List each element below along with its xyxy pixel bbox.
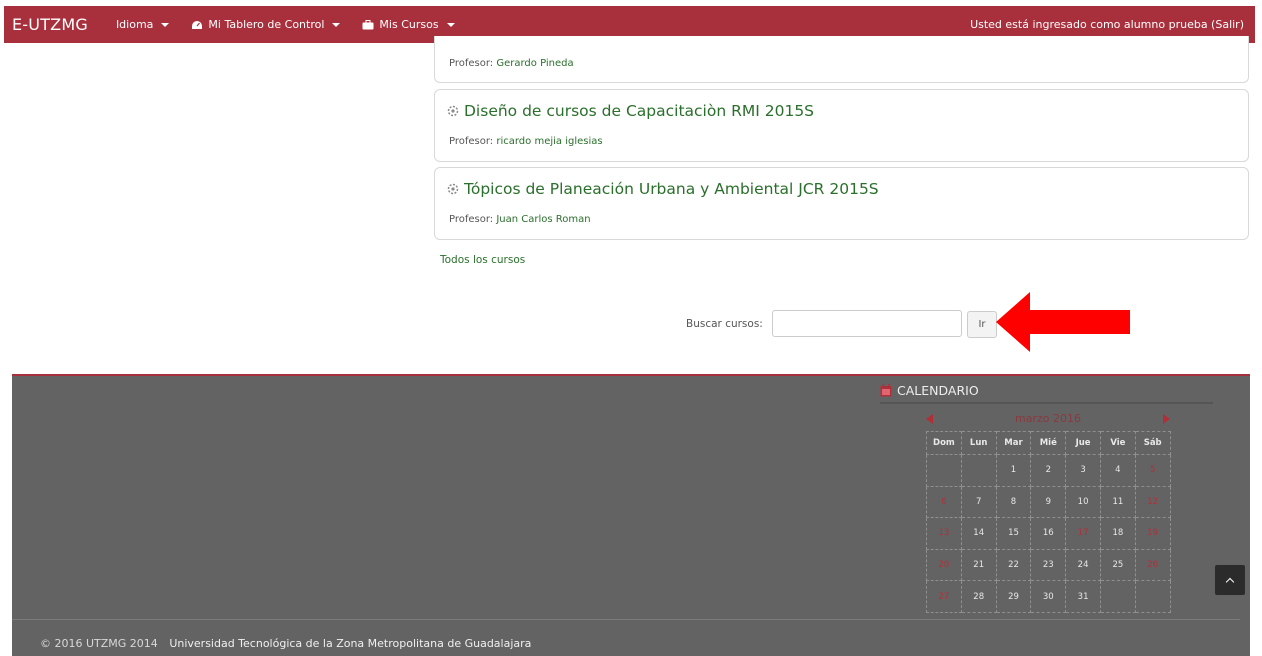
calendar-day [1099,580,1136,613]
teacher-label: Profesor: [449,58,494,69]
calendar-week-row: 20 21 22 23 24 25 26 [926,548,1171,582]
caret-down-icon [446,22,455,27]
copyright-text: © 2016 UTZMG 2014 [40,637,158,650]
weekday-header: Jue [1065,431,1101,455]
course-teacher: Profesor: Gerardo Pineda [449,58,574,69]
calendar-day: 14 [960,517,997,550]
caret-down-icon [332,22,341,27]
calendar-day: 29 [995,580,1032,613]
calendar-day: 11 [1099,485,1136,519]
site-brand-link[interactable]: E-UTZMG [12,15,88,34]
calendar-day: 21 [960,548,997,582]
calendar-day: 16 [1030,517,1067,550]
calendar-day: 27 [926,580,962,613]
calendar-day: 18 [1099,517,1136,550]
course-title-text: Diseño de cursos de Capacitaciòn RMI 201… [464,102,815,120]
caret-down-icon [161,22,170,27]
weekday-header: Vie [1099,431,1136,455]
my-courses-menu-label: Mis Cursos [379,18,439,31]
calendar-day-today: 17 [1065,517,1101,550]
calendar-day: 12 [1134,485,1171,519]
calendar-day: 1 [995,454,1032,487]
calendar-day: 13 [926,517,962,550]
calendar-day: 2 [1030,454,1067,487]
calendar-weekday-row: Dom Lun Mar Mié Jue Vie Sáb [926,431,1171,455]
course-card: Tópicos de Planeación Urbana y Ambiental… [434,167,1249,240]
calendar-table: Dom Lun Mar Mié Jue Vie Sáb 1 2 3 4 5 6 … [926,431,1171,613]
chevron-up-icon [1225,577,1235,586]
calendar-month-label[interactable]: marzo 2016 [926,412,1170,425]
red-arrow-annotation [996,292,1130,352]
calendar-week-row: 27 28 29 30 31 [926,580,1171,613]
calendar-day: 3 [1065,454,1101,487]
course-teacher: Profesor: Juan Carlos Roman [449,214,591,225]
calendar-day: 7 [960,485,997,519]
course-icon [447,183,459,195]
weekday-header: Mar [995,431,1032,455]
course-icon [447,105,459,117]
calendar-block-header: CALENDARIO [880,378,1213,404]
course-title-link[interactable]: Diseño de cursos de Capacitaciòn RMI 201… [447,102,814,120]
dashboard-icon [192,20,203,29]
login-info-link[interactable]: Usted está ingresado como alumno prueba … [970,18,1244,31]
footer-divider [12,619,1240,620]
calendar-day: 24 [1065,548,1101,582]
calendar-day: 28 [960,580,997,613]
calendar-day: 22 [995,548,1032,582]
weekday-header: Lun [960,431,997,455]
calendar-day: 23 [1030,548,1067,582]
calendar-day: 9 [1030,485,1067,519]
dashboard-menu[interactable]: Mi Tablero de Control [191,18,341,31]
calendar-day: 15 [995,517,1032,550]
dashboard-menu-label: Mi Tablero de Control [208,18,325,31]
calendar-week-row: 1 2 3 4 5 [926,454,1171,487]
search-courses-input[interactable] [772,310,962,337]
calendar-day: 30 [1030,580,1067,613]
next-month-icon[interactable] [1163,414,1170,424]
footer-copyright: © 2016 UTZMG 2014 Universidad Tecnológic… [40,637,531,650]
teacher-link[interactable]: ricardo mejia iglesias [496,136,602,147]
teacher-link[interactable]: Juan Carlos Roman [496,214,590,225]
calendar-day: 10 [1065,485,1101,519]
calendar-day: 4 [1099,454,1136,487]
calendar-day: 20 [926,548,962,582]
language-menu[interactable]: Idioma [115,18,170,31]
weekday-header: Dom [926,431,962,455]
calendar-week-row: 6 7 8 9 10 11 12 [926,485,1171,519]
all-courses-link[interactable]: Todos los cursos [440,254,525,266]
organization-name: Universidad Tecnológica de la Zona Metro… [169,637,532,650]
course-card: Diseño de cursos de Capacitaciòn RMI 201… [434,89,1249,162]
calendar-day: 26 [1134,548,1171,582]
calendar-week-row: 13 14 15 16 17 18 19 [926,517,1171,550]
calendar-icon [880,383,892,396]
calendar-day: 25 [1099,548,1136,582]
weekday-header: Mié [1030,431,1067,455]
teacher-label: Profesor: [449,214,494,225]
teacher-link[interactable]: Gerardo Pineda [496,58,573,69]
course-teacher: Profesor: ricardo mejia iglesias [449,136,603,147]
calendar-day [1134,580,1171,613]
course-card: Profesor: Gerardo Pineda [434,36,1249,83]
calendar-title: CALENDARIO [897,382,979,398]
calendar-day: 8 [995,485,1032,519]
teacher-label: Profesor: [449,136,494,147]
search-go-button[interactable]: Ir [967,311,997,338]
calendar-day: 6 [926,485,962,519]
calendar-day: 5 [1134,454,1171,487]
weekday-header: Sáb [1134,431,1171,455]
course-title-link[interactable]: Tópicos de Planeación Urbana y Ambiental… [447,180,879,198]
scroll-to-top-button[interactable] [1215,565,1245,595]
briefcase-icon [362,19,374,29]
calendar-day: 31 [1065,580,1101,613]
course-title-text: Tópicos de Planeación Urbana y Ambiental… [464,180,879,198]
my-courses-menu[interactable]: Mis Cursos [362,18,455,31]
calendar-day [926,454,962,487]
search-courses-label: Buscar cursos: [686,318,763,330]
language-menu-label: Idioma [115,18,154,31]
calendar-navigation: marzo 2016 [926,410,1170,430]
calendar-day [960,454,997,487]
calendar-day: 19 [1134,517,1171,550]
